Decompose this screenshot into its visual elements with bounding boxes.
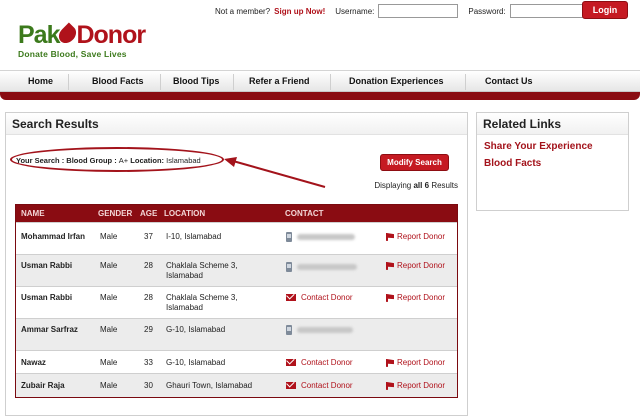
donor-age: 30 [144,381,153,390]
nav-donation-experiences[interactable]: Donation Experiences [349,71,444,93]
modify-search-button[interactable]: Modify Search [380,154,449,171]
search-results-panel: Search Results Your Search : Blood Group… [5,112,468,416]
flag-icon [386,261,394,270]
contact-phone [286,232,355,242]
report-donor-link[interactable]: Report Donor [386,232,445,241]
flag-icon [386,232,394,241]
nav-accent-bar [0,92,640,100]
username-input[interactable] [378,4,459,18]
nav-home[interactable]: Home [28,71,53,93]
results-table: NAME GENDER AGE LOCATION CONTACT Mohamma… [15,204,458,398]
signup-link[interactable]: Sign up Now! [274,7,325,16]
donor-age: 37 [144,232,153,241]
donor-age: 29 [144,325,153,334]
logo-tagline: Donate Blood, Save Lives [18,49,127,59]
col-header-contact: CONTACT [285,209,324,218]
nav-divider [330,74,331,90]
main-nav: Home Blood Facts Blood Tips Refer a Frie… [0,70,640,92]
donor-location: Ghauri Town, Islamabad [166,381,253,390]
table-row: Usman Rabbi Male 28 Chaklala Scheme 3, I… [16,254,457,286]
table-row: Mohammad Irfan Male 37 I-10, Islamabad R… [16,222,457,254]
nav-blood-tips[interactable]: Blood Tips [173,71,219,93]
contact-donor-link[interactable]: Contact Donor [286,358,353,367]
donor-age: 28 [144,293,153,302]
username-label: Username: [335,6,375,16]
report-donor-link[interactable]: Report Donor [386,358,445,367]
donor-age: 33 [144,358,153,367]
col-header-location: LOCATION [164,209,206,218]
donor-age: 28 [144,261,153,270]
logo-text-donor: Donor [76,21,146,49]
contact-phone [286,325,353,335]
envelope-icon [286,359,296,367]
nav-contact-us[interactable]: Contact Us [485,71,533,93]
donor-gender: Male [100,261,118,270]
donor-name: Nawaz [21,358,46,367]
donor-location: G-10, Islamabad [166,325,226,334]
password-input[interactable] [509,4,590,18]
donor-gender: Male [100,381,118,390]
table-row: Usman Rabbi Male 28 Chaklala Scheme 3, I… [16,286,457,318]
nav-refer-a-friend[interactable]: Refer a Friend [249,71,310,93]
contact-donor-link[interactable]: Contact Donor [286,381,353,390]
donor-location: G-10, Islamabad [166,358,226,367]
donor-name: Mohammad Irfan [21,232,86,241]
col-header-name: NAME [21,209,45,218]
related-link-blood-facts[interactable]: Blood Facts [477,155,628,172]
flag-icon [386,381,394,390]
login-button[interactable]: Login [582,1,628,19]
related-links-list: Share Your Experience Blood Facts [477,135,628,172]
report-donor-link[interactable]: Report Donor [386,261,445,270]
highlight-ellipse [10,147,224,172]
nav-divider [68,74,69,90]
logo-text-pak: Pak [18,21,60,49]
site-header: Pak Donor Donate Blood, Save Lives Not a … [0,0,640,68]
col-header-age: AGE [140,209,158,218]
phone-icon [286,232,292,242]
flag-icon [386,358,394,367]
not-member-text: Not a member? [215,6,271,16]
donor-location: I-10, Islamabad [166,232,222,241]
table-row: Ammar Sarfraz Male 29 G-10, Islamabad [16,318,457,350]
envelope-icon [286,382,296,390]
donor-name: Usman Rabbi [21,261,73,270]
related-links-title: Related Links [477,113,628,135]
table-header: NAME GENDER AGE LOCATION CONTACT [16,205,457,222]
blurred-phone-number [297,264,357,270]
table-row: Nawaz Male 33 G-10, Islamabad Contact Do… [16,350,457,373]
nav-divider [160,74,161,90]
envelope-icon [286,294,296,302]
contact-phone [286,262,357,272]
donor-gender: Male [100,232,118,241]
table-row: Zubair Raja Male 30 Ghauri Town, Islamab… [16,373,457,397]
phone-icon [286,325,292,335]
donor-name: Usman Rabbi [21,293,73,302]
related-links-panel: Related Links Share Your Experience Bloo… [476,112,629,211]
donor-gender: Male [100,293,118,302]
pakdonor-logo[interactable]: Pak Donor Donate Blood, Save Lives [18,21,146,59]
annotation-arrow-icon [224,157,326,188]
donor-name: Ammar Sarfraz [21,325,78,334]
nav-divider [233,74,234,90]
search-results-title: Search Results [6,113,467,135]
donor-gender: Male [100,358,118,367]
phone-icon [286,262,292,272]
donor-location: Chaklala Scheme 3, Islamabad [166,261,238,280]
donor-location: Chaklala Scheme 3, Islamabad [166,293,238,312]
results-count: Displaying all 6 Results [374,181,458,190]
login-form: Not a member? Sign up Now! Username: Pas… [215,3,590,19]
report-donor-link[interactable]: Report Donor [386,293,445,302]
nav-divider [465,74,466,90]
donor-gender: Male [100,325,118,334]
contact-donor-link[interactable]: Contact Donor [286,293,353,302]
blurred-phone-number [297,234,355,240]
report-donor-link[interactable]: Report Donor [386,381,445,390]
donor-name: Zubair Raja [21,381,65,390]
blurred-phone-number [297,327,353,333]
col-header-gender: GENDER [98,209,133,218]
related-link-share-experience[interactable]: Share Your Experience [477,138,628,155]
password-label: Password: [468,6,506,16]
flag-icon [386,293,394,302]
nav-blood-facts[interactable]: Blood Facts [92,71,144,93]
